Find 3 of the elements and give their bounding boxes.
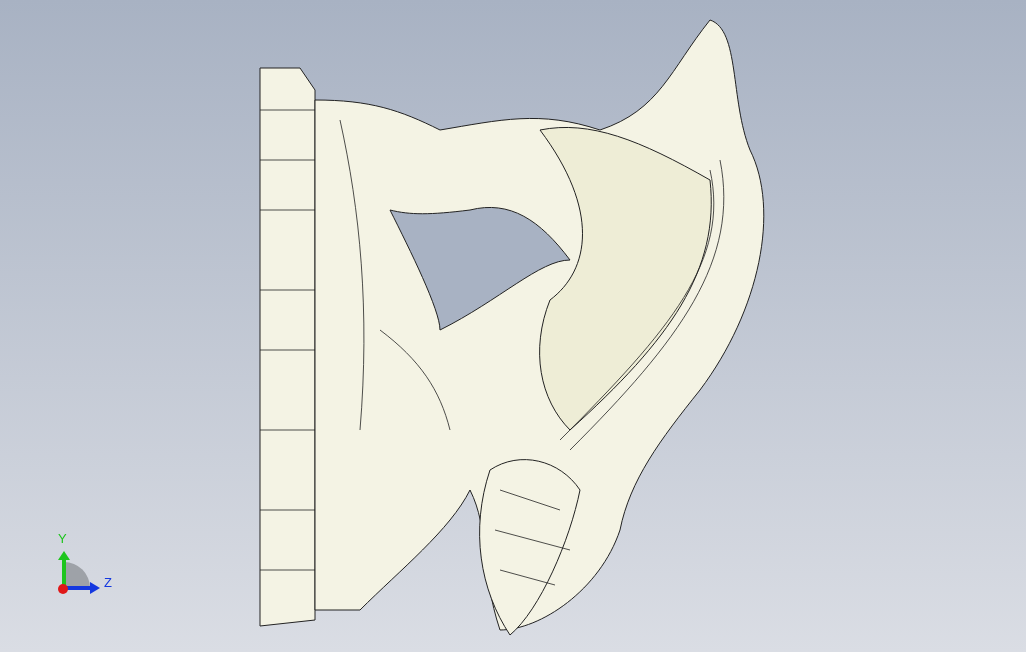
cad-viewport[interactable]: Y Z xyxy=(0,0,1026,652)
z-axis-label: Z xyxy=(104,576,112,589)
y-axis-label: Y xyxy=(58,532,67,545)
